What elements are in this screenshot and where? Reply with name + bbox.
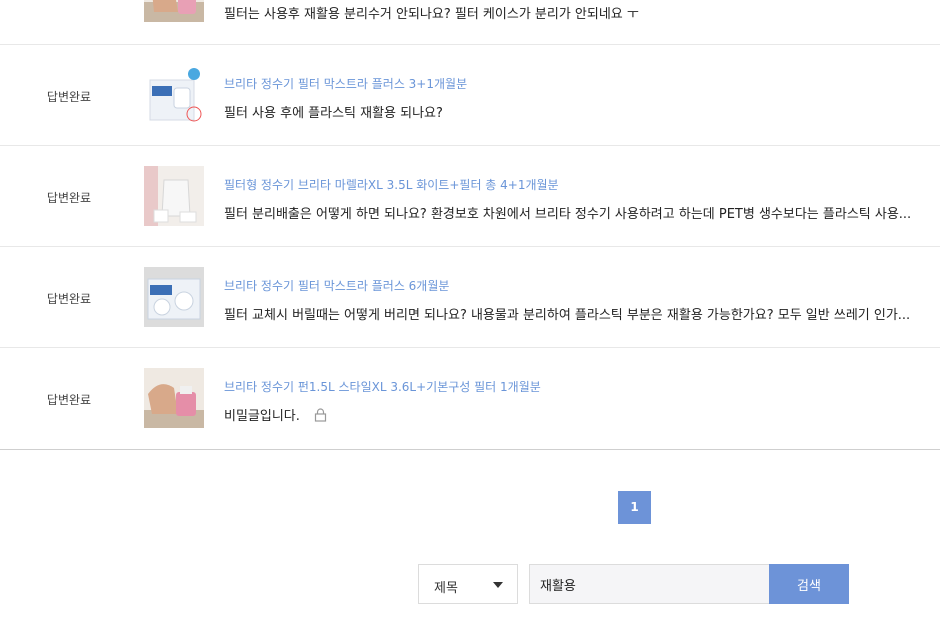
product-thumbnail[interactable]: [144, 66, 204, 126]
question-text[interactable]: 비밀글입니다.: [224, 405, 920, 426]
product-link[interactable]: 필터형 정수기 브리타 마렐라XL 3.5L 화이트+필터 총 4+1개월분: [224, 176, 559, 193]
list-item[interactable]: 답변완료 브리타 정수기 필터 막스트라 플러스 3+1개월분 필터 사용 후에…: [0, 45, 940, 146]
question-text[interactable]: 필터 분리배출은 어떻게 하면 되나요? 환경보호 차원에서 브리타 정수기 사…: [224, 203, 920, 222]
search-button[interactable]: 검색: [769, 564, 849, 604]
answer-status: 답변완료: [46, 90, 92, 104]
answer-status: 답변완료: [46, 393, 92, 407]
list-item[interactable]: 답변완료 브리타 정수기 펀1.5L 스타일XL 3.6L+기본구성 필터 1개…: [0, 348, 940, 450]
product-thumbnail[interactable]: [144, 166, 204, 226]
list-item[interactable]: 답변완료 필터형 정수기 브리타 마렐라XL 3.5L 화이트+필터 총 4+1…: [0, 146, 940, 247]
product-thumbnail[interactable]: [144, 267, 204, 327]
product-thumbnail[interactable]: [144, 0, 204, 22]
secret-post-label: 비밀글입니다.: [224, 409, 300, 424]
product-thumbnail[interactable]: [144, 368, 204, 428]
list-item[interactable]: 답변완료 브리타 정수기 필터 막스트라 플러스 6개월분 필터 교체시 버릴때…: [0, 247, 940, 348]
search-field-selected: 제목: [434, 581, 458, 596]
answer-status: 답변완료: [46, 292, 92, 306]
search-field-select[interactable]: 제목: [418, 564, 518, 604]
product-link[interactable]: 브리타 정수기 펀1.5L 스타일XL 3.6L+기본구성 필터 1개월분: [224, 378, 541, 395]
question-text[interactable]: 필터 사용 후에 플라스틱 재활용 되나요?: [224, 102, 920, 121]
list-item[interactable]: 필터는 사용후 재활용 분리수거 안되나요? 필터 케이스가 분리가 안되네요 …: [0, 0, 940, 45]
lock-icon: [314, 408, 327, 426]
search-input[interactable]: [529, 564, 770, 604]
answer-status: 답변완료: [46, 191, 92, 205]
question-text[interactable]: 필터는 사용후 재활용 분리수거 안되나요? 필터 케이스가 분리가 안되네요 …: [224, 3, 920, 22]
chevron-down-icon: [493, 582, 503, 588]
question-text[interactable]: 필터 교체시 버릴때는 어떻게 버리면 되나요? 내용물과 분리하여 플라스틱 …: [224, 304, 920, 323]
product-link[interactable]: 브리타 정수기 필터 막스트라 플러스 6개월분: [224, 277, 449, 294]
product-link[interactable]: 브리타 정수기 필터 막스트라 플러스 3+1개월분: [224, 75, 467, 92]
page-button-current[interactable]: 1: [618, 491, 651, 524]
